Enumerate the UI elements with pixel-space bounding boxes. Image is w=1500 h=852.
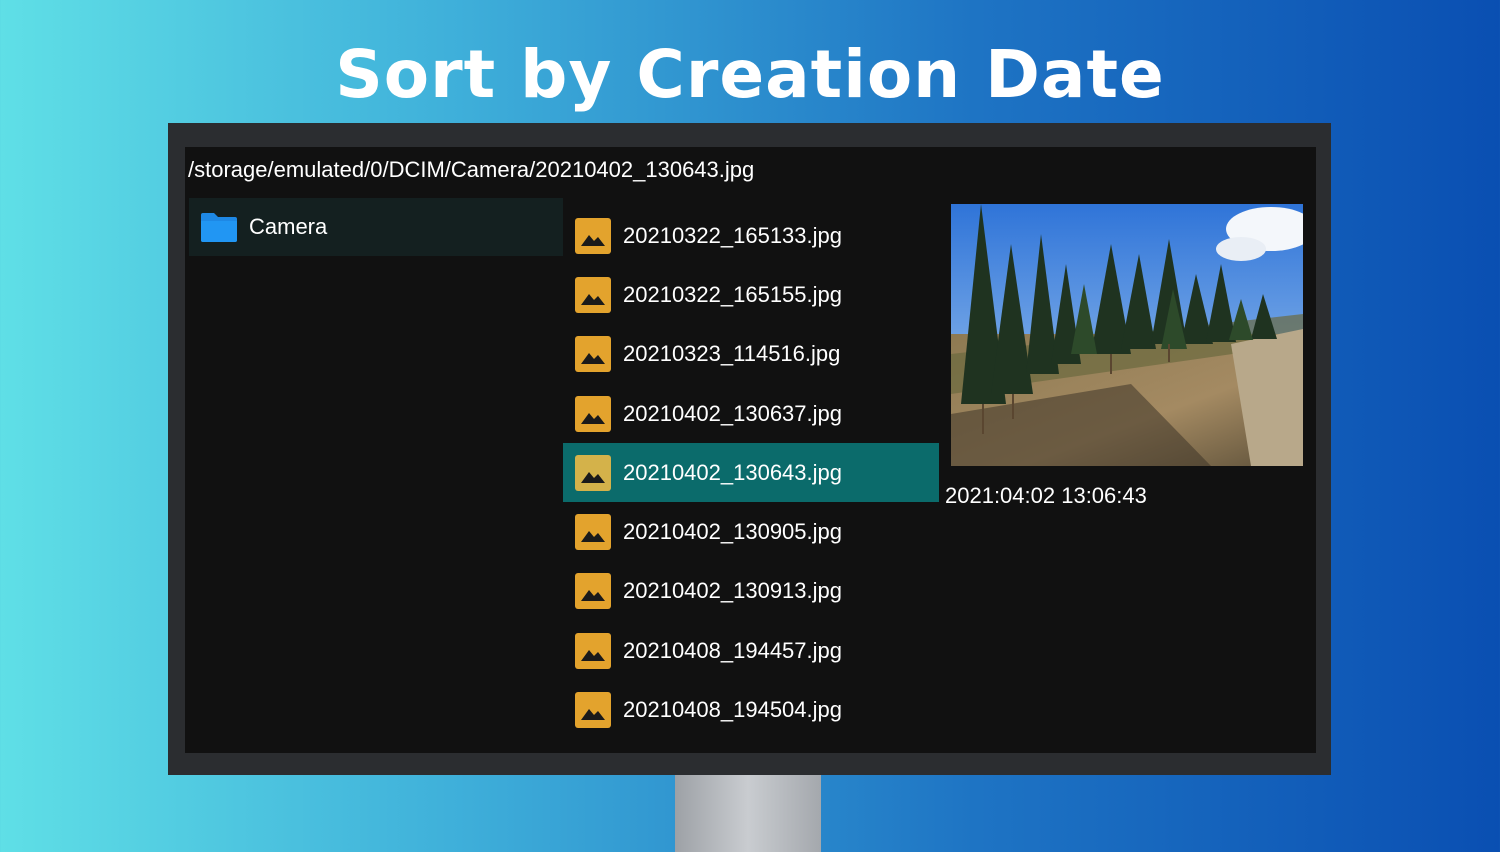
file-name: 20210408_194457.jpg xyxy=(623,637,843,663)
image-preview xyxy=(951,204,1303,466)
preview-timestamp: 2021:04:02 13:06:43 xyxy=(945,483,1147,508)
monitor-stand xyxy=(675,772,821,852)
file-name: 20210322_165155.jpg xyxy=(623,281,843,307)
file-row[interactable]: 20210322_165155.jpg xyxy=(563,265,939,324)
file-manager-screen: /storage/emulated/0/DCIM/Camera/20210402… xyxy=(185,147,1316,753)
file-name: 20210402_130905.jpg xyxy=(623,519,843,545)
file-row[interactable]: 20210402_130913.jpg xyxy=(563,562,939,621)
file-row[interactable]: 20210402_130637.jpg xyxy=(563,384,939,443)
image-icon xyxy=(575,336,611,373)
file-name: 20210402_130643.jpg xyxy=(623,459,843,485)
image-icon xyxy=(575,573,611,610)
file-row[interactable]: 20210408_194457.jpg xyxy=(563,621,939,680)
file-name: 20210408_194504.jpg xyxy=(623,697,843,723)
image-icon xyxy=(575,217,611,254)
file-row[interactable]: 20210408_194504.jpg xyxy=(563,680,939,739)
headline: Sort by Creation Date xyxy=(335,36,1165,113)
image-icon xyxy=(575,395,611,432)
folder-icon xyxy=(199,211,239,243)
file-list: 20210322_165133.jpg 20210322_165155.jpg 20… xyxy=(563,206,939,740)
folder-item-camera[interactable]: Camera xyxy=(189,198,563,256)
file-row[interactable]: 20210402_130905.jpg xyxy=(563,502,939,561)
file-name: 20210322_165133.jpg xyxy=(623,222,843,248)
monitor: /storage/emulated/0/DCIM/Camera/20210402… xyxy=(168,123,1331,775)
image-icon xyxy=(575,514,611,551)
image-icon xyxy=(575,276,611,313)
image-icon xyxy=(575,692,611,729)
current-path: /storage/emulated/0/DCIM/Camera/20210402… xyxy=(188,157,755,182)
file-name: 20210323_114516.jpg xyxy=(623,341,841,367)
file-name: 20210402_130637.jpg xyxy=(623,400,843,426)
file-row[interactable]: 20210402_130643.jpg xyxy=(563,443,939,503)
image-icon xyxy=(575,454,611,491)
folder-label: Camera xyxy=(249,214,328,239)
file-row[interactable]: 20210323_114516.jpg xyxy=(563,325,939,384)
file-name: 20210402_130913.jpg xyxy=(623,578,843,604)
image-icon xyxy=(575,632,611,669)
file-row[interactable]: 20210322_165133.jpg xyxy=(563,206,939,265)
